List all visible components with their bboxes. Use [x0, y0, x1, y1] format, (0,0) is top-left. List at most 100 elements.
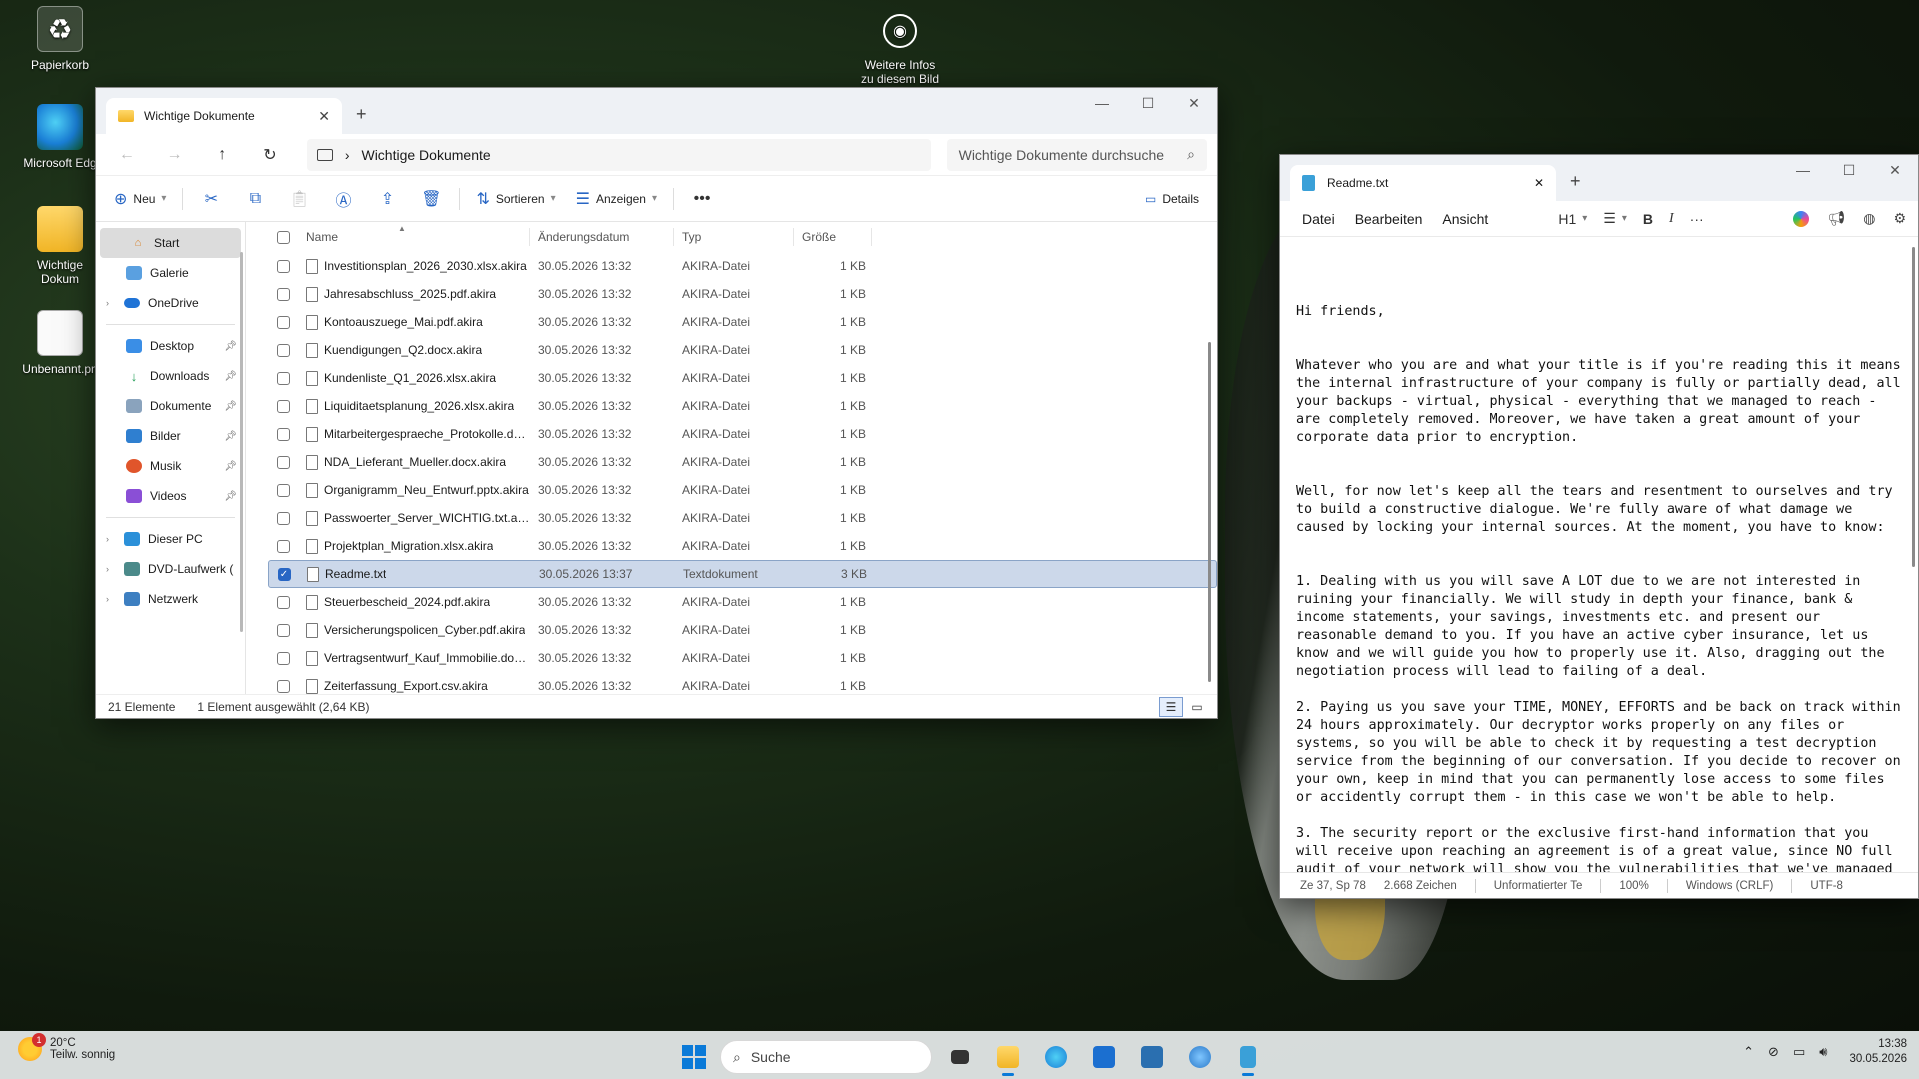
line-ending[interactable]: Windows (CRLF) [1686, 880, 1792, 892]
close-tab-icon[interactable]: ✕ [1534, 176, 1544, 190]
file-explorer-taskbar-icon[interactable] [988, 1037, 1028, 1077]
sidebar-item-videos[interactable]: Videos 📌︎ [96, 481, 245, 511]
sidebar-item-downloads[interactable]: ↓ Downloads 📌︎ [96, 361, 245, 391]
sidebar-item-dvd[interactable]: › DVD-Laufwerk ( [96, 554, 245, 584]
details-view-icon[interactable]: ☰ [1159, 697, 1183, 717]
display-icon[interactable]: ▭ [1793, 1044, 1805, 1060]
view-button[interactable]: ☰ Anzeigen ▾ [568, 183, 665, 215]
gear-icon[interactable]: ⚙ [1893, 210, 1906, 227]
more-options-icon[interactable]: ··· [1690, 211, 1704, 227]
task-view-button[interactable] [940, 1037, 980, 1077]
row-checkbox[interactable] [268, 455, 298, 469]
row-checkbox[interactable] [268, 399, 298, 413]
table-row[interactable]: Jahresabschluss_2025.pdf.akira 30.05.2026… [268, 280, 1217, 308]
table-row[interactable]: Zeiterfassung_Export.csv.akira 30.05.2026… [268, 672, 1217, 694]
column-header-size[interactable]: Größe [794, 228, 872, 246]
file-name-cell[interactable]: Vertragsentwurf_Kauf_Immobilie.docx.... [298, 650, 530, 666]
desktop-icon-png[interactable]: Unbenannt.pn [18, 310, 102, 376]
sidebar-item-documents[interactable]: Dokumente 📌︎ [96, 391, 245, 421]
up-button[interactable]: ↑ [201, 139, 243, 171]
sidebar-item-onedrive[interactable]: › OneDrive [96, 288, 245, 318]
explorer-tab[interactable]: Wichtige Dokumente ✕ [106, 98, 342, 134]
menu-file[interactable]: Datei [1292, 211, 1345, 227]
file-name-cell[interactable]: Readme.txt [299, 566, 531, 582]
italic-icon[interactable]: I [1669, 211, 1674, 227]
new-button[interactable]: ⊕ Neu ▾ [106, 183, 174, 215]
table-row[interactable]: Kuendigungen_Q2.docx.akira 30.05.2026 13:… [268, 336, 1217, 364]
close-button[interactable]: ✕ [1171, 88, 1217, 118]
close-button[interactable]: ✕ [1872, 155, 1918, 185]
file-name-cell[interactable]: Kontoauszuege_Mai.pdf.akira [298, 314, 530, 330]
file-name-cell[interactable]: Jahresabschluss_2025.pdf.akira [298, 286, 530, 302]
row-checkbox[interactable] [268, 511, 298, 525]
paste-icon[interactable]: 📋︎ [279, 183, 319, 215]
start-button[interactable] [676, 1039, 712, 1075]
file-name-cell[interactable]: Versicherungspolicen_Cyber.pdf.akira [298, 622, 530, 638]
megaphone-icon[interactable]: 📢︎ [1827, 210, 1845, 227]
sidebar-item-start[interactable]: ⌂ Start [100, 228, 241, 258]
row-checkbox[interactable] [268, 315, 298, 329]
maximize-button[interactable]: ☐ [1826, 155, 1872, 185]
sidebar-item-this-pc[interactable]: › Dieser PC [96, 524, 245, 554]
desktop-icon-recycle-bin[interactable]: ♻ Papierkorb [18, 6, 102, 72]
search-input[interactable]: Wichtige Dokumente durchsuche ⌕ [946, 138, 1207, 171]
settings-taskbar-icon[interactable] [1180, 1037, 1220, 1077]
breadcrumb-current[interactable]: Wichtige Dokumente [361, 147, 490, 163]
row-checkbox[interactable] [268, 343, 298, 357]
file-name-cell[interactable]: Mitarbeitergespraeche_Protokolle.doc... [298, 426, 530, 442]
notepad-tab[interactable]: Readme.txt ✕ [1290, 165, 1556, 201]
sidebar-item-music[interactable]: Musik 📌︎ [96, 451, 245, 481]
column-header-type[interactable]: Typ [674, 228, 794, 246]
column-header-date[interactable]: Änderungsdatum [530, 228, 674, 246]
desktop-icon-folder[interactable]: Wichtige Dokum [18, 206, 102, 286]
select-all-checkbox[interactable] [268, 230, 298, 244]
file-name-cell[interactable]: Organigramm_Neu_Entwurf.pptx.akira [298, 482, 530, 498]
terminal-taskbar-icon[interactable] [1132, 1037, 1172, 1077]
table-row[interactable]: Organigramm_Neu_Entwurf.pptx.akira 30.05.… [268, 476, 1217, 504]
table-row[interactable]: Vertragsentwurf_Kauf_Immobilie.docx.... 3… [268, 644, 1217, 672]
minimize-button[interactable]: — [1079, 88, 1125, 118]
file-name-cell[interactable]: Passwoerter_Server_WICHTIG.txt.akira [298, 510, 530, 526]
table-row[interactable]: Steuerbescheid_2024.pdf.akira 30.05.2026 … [268, 588, 1217, 616]
minimize-button[interactable]: — [1780, 155, 1826, 185]
table-row[interactable]: Kontoauszuege_Mai.pdf.akira 30.05.2026 13… [268, 308, 1217, 336]
row-checkbox[interactable] [268, 595, 298, 609]
account-icon[interactable]: ◍ [1863, 210, 1875, 227]
encoding[interactable]: UTF-8 [1810, 880, 1861, 892]
delete-icon[interactable]: 🗑︎ [411, 183, 451, 215]
close-tab-icon[interactable]: ✕ [318, 108, 330, 125]
text-editor[interactable]: Hi friends, Whatever who you are and wha… [1280, 237, 1918, 872]
file-name-cell[interactable]: Investitionsplan_2026_2030.xlsx.akira [298, 258, 530, 274]
row-checkbox[interactable] [268, 651, 298, 665]
row-checkbox[interactable] [268, 679, 298, 693]
forward-button[interactable]: → [154, 139, 196, 171]
row-checkbox[interactable]: ✓ [269, 567, 299, 581]
row-checkbox[interactable] [268, 539, 298, 553]
share-icon[interactable]: ⇪ [367, 183, 407, 215]
wallpaper-info[interactable]: ◉ Weitere Infos zu diesem Bild [860, 8, 940, 86]
desktop-icon-edge[interactable]: Microsoft Edg [18, 104, 102, 170]
sidebar-item-pictures[interactable]: Bilder 📌︎ [96, 421, 245, 451]
menu-edit[interactable]: Bearbeiten [1345, 211, 1433, 227]
weather-widget[interactable]: 1 20°C Teilw. sonnig [18, 1033, 115, 1061]
row-checkbox[interactable] [268, 371, 298, 385]
table-row[interactable]: Kundenliste_Q1_2026.xlsx.akira 30.05.2026… [268, 364, 1217, 392]
taskbar-search[interactable]: ⌕ Suche [720, 1040, 932, 1074]
row-checkbox[interactable] [268, 259, 298, 273]
copy-icon[interactable]: ⧉ [235, 183, 275, 215]
file-name-cell[interactable]: Projektplan_Migration.xlsx.akira [298, 538, 530, 554]
file-list-scrollbar[interactable] [1208, 342, 1211, 682]
file-name-cell[interactable]: Steuerbescheid_2024.pdf.akira [298, 594, 530, 610]
sidebar-item-network[interactable]: › Netzwerk [96, 584, 245, 614]
row-checkbox[interactable] [268, 427, 298, 441]
chevron-up-icon[interactable]: ⌃ [1743, 1044, 1754, 1060]
file-name-cell[interactable]: NDA_Lieferant_Mueller.docx.akira [298, 454, 530, 470]
table-row[interactable]: Investitionsplan_2026_2030.xlsx.akira 30.… [268, 252, 1217, 280]
table-row[interactable]: Mitarbeitergespraeche_Protokolle.doc... 3… [268, 420, 1217, 448]
new-tab-button[interactable]: + [1570, 171, 1581, 192]
sort-button[interactable]: ⇅ Sortieren ▾ [468, 183, 563, 215]
notepad-taskbar-icon[interactable] [1228, 1037, 1268, 1077]
column-header-name[interactable]: Name [298, 228, 530, 246]
sidebar-item-desktop[interactable]: Desktop 📌︎ [96, 331, 245, 361]
row-checkbox[interactable] [268, 483, 298, 497]
